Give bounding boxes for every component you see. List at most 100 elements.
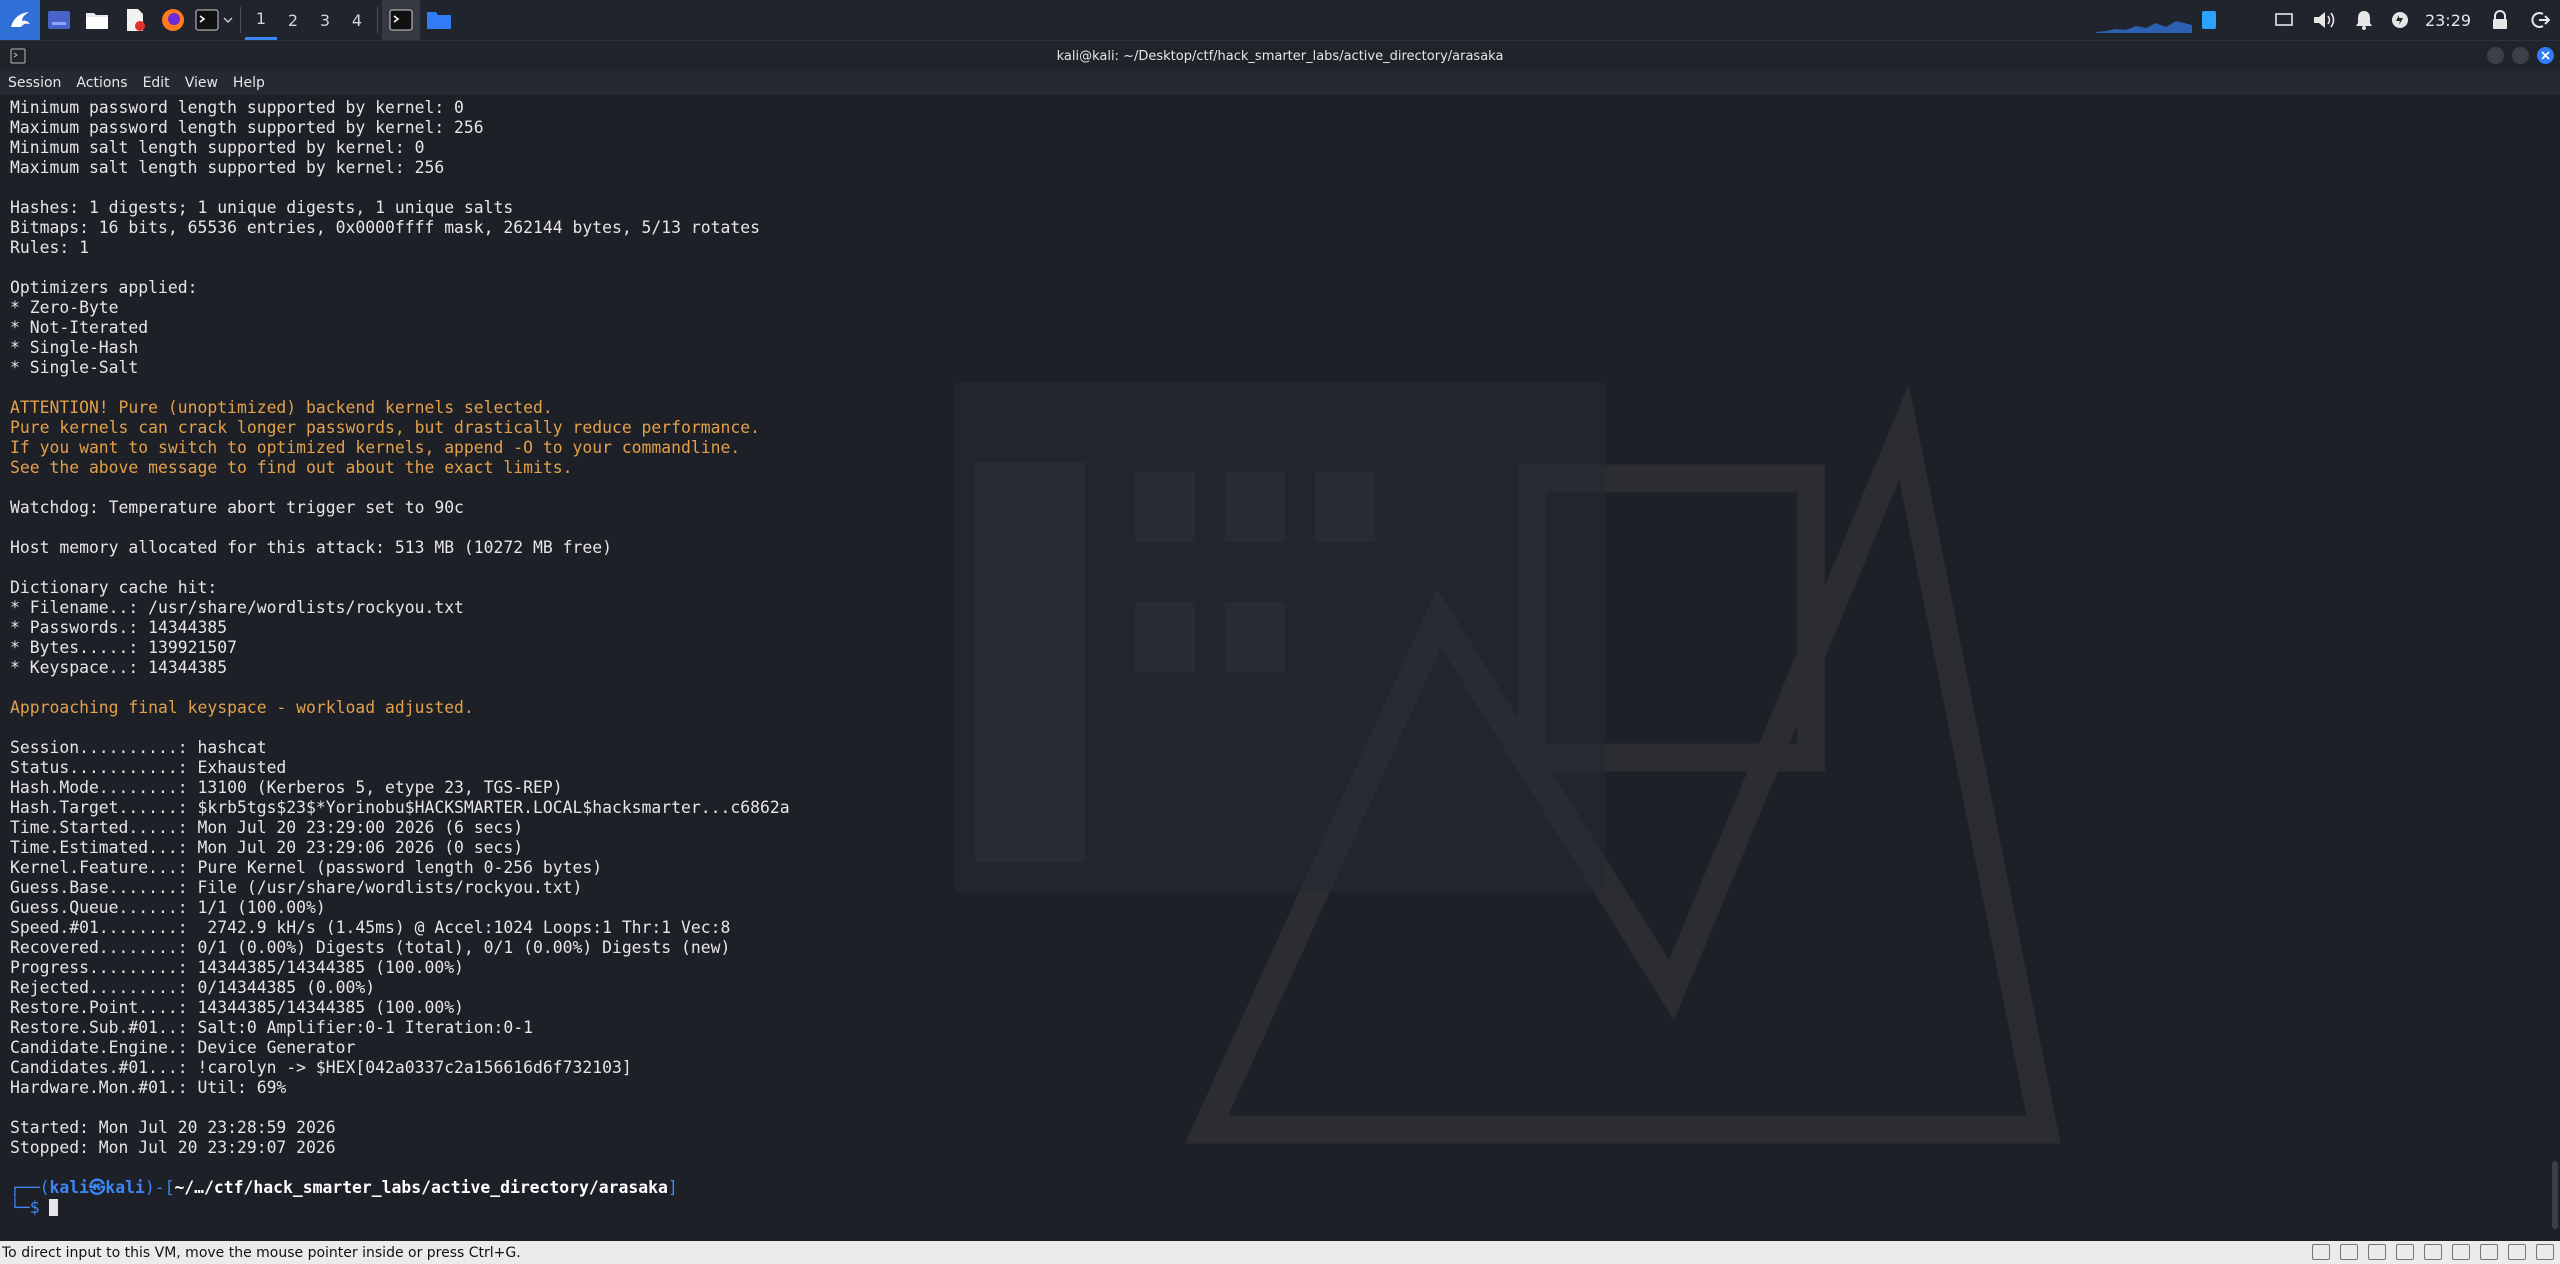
minimize-button[interactable] (2487, 47, 2504, 64)
output-line: Hash.Target......: $krb5tgs$23$*Yorinobu… (10, 798, 790, 817)
bell-icon (2356, 11, 2372, 30)
kali-menu-button[interactable] (0, 0, 40, 40)
cpu-graph-icon (2096, 21, 2192, 33)
terminal-window-icon (10, 48, 26, 64)
terminal-icon (195, 9, 219, 31)
output-line: Maximum password length supported by ker… (10, 118, 484, 137)
lock-icon (2493, 10, 2507, 29)
desktop-icon (48, 11, 70, 29)
output-line: Rules: 1 (10, 238, 89, 257)
display-settings-icon[interactable] (2452, 1244, 2470, 1260)
workspace-1-button[interactable]: 1 (245, 0, 277, 40)
firefox-icon (162, 9, 184, 31)
output-line: Minimum salt length supported by kernel:… (10, 138, 425, 157)
vm-device-icons (2312, 1244, 2554, 1260)
chevron-down-icon (223, 17, 233, 23)
prompt-path: ~/…/ctf/hack_smarter_labs/active_directo… (174, 1178, 668, 1197)
output-line: Restore.Point....: 14344385/14344385 (10… (10, 998, 464, 1017)
host-key-icon[interactable] (2536, 1244, 2554, 1260)
output-line: Hardware.Mon.#01.: Util: 69% (10, 1078, 287, 1097)
text-cursor (49, 1199, 59, 1216)
prompt-line: ┌──(kali㉿kali)-[~/…/ctf/hack_smarter_lab… (10, 1178, 790, 1198)
output-line: Hash.Mode........: 13100 (Kerberos 5, et… (10, 778, 563, 797)
output-line: Time.Estimated...: Mon Jul 20 23:29:06 2… (10, 838, 524, 857)
volume-button[interactable] (2304, 0, 2344, 40)
window-controls (2487, 47, 2554, 64)
audio-icon[interactable] (2368, 1244, 2386, 1260)
workspace-2-button[interactable]: 2 (277, 0, 309, 40)
menu-actions[interactable]: Actions (68, 75, 134, 91)
output-line: * Single-Salt (10, 358, 139, 377)
network-indicator[interactable] (2194, 0, 2224, 40)
terminal-scrollbar[interactable] (2548, 96, 2560, 1235)
terminal-icon (389, 9, 413, 31)
lock-screen-button[interactable] (2480, 0, 2520, 40)
terminal-output-area[interactable]: Minimum password length supported by ker… (0, 96, 2548, 1235)
cpu-graph (2094, 0, 2194, 40)
vm-status-message: To direct input to this VM, move the mou… (2, 1244, 521, 1261)
hard-disk-icon[interactable] (2312, 1244, 2330, 1260)
prompt-input-line[interactable]: └─$ (10, 1198, 790, 1218)
output-line: Minimum password length supported by ker… (10, 98, 464, 117)
output-line: * Filename..: /usr/share/wordlists/rocky… (10, 598, 464, 617)
firefox-launcher[interactable] (154, 0, 192, 40)
system-tray: 23:29 (2094, 0, 2560, 40)
output-line: See the above message to find out about … (10, 458, 573, 477)
output-line: Time.Started.....: Mon Jul 20 23:29:00 2… (10, 818, 524, 837)
output-line: ATTENTION! Pure (unoptimized) backend ke… (10, 398, 553, 417)
output-line: * Single-Hash (10, 338, 139, 357)
output-line: * Not-Iterated (10, 318, 149, 337)
menu-view[interactable]: View (177, 75, 225, 91)
window-titlebar[interactable]: kali@kali: ~/Desktop/ctf/hack_smarter_la… (0, 41, 2560, 71)
scrollbar-thumb[interactable] (2552, 1161, 2558, 1229)
menu-edit[interactable]: Edit (135, 75, 177, 91)
shared-folder-icon[interactable] (2424, 1244, 2442, 1260)
output-line: Maximum salt length supported by kernel:… (10, 158, 445, 177)
menu-help[interactable]: Help (225, 75, 272, 91)
text-editor-launcher[interactable] (116, 0, 154, 40)
taskbar-terminal-window[interactable] (382, 0, 420, 40)
usb-icon[interactable] (2396, 1244, 2414, 1260)
output-line: Stopped: Mon Jul 20 23:29:07 2026 (10, 1138, 336, 1157)
terminal-text: Minimum password length supported by ker… (10, 98, 790, 1218)
power-manager-button[interactable] (2384, 0, 2416, 40)
text-editor-icon (127, 9, 145, 31)
video-capture-icon[interactable] (2480, 1244, 2498, 1260)
menu-bar: Session Actions Edit View Help (0, 71, 2560, 95)
mouse-integration-icon[interactable] (2508, 1244, 2526, 1260)
menu-session[interactable]: Session (0, 75, 68, 91)
logout-button[interactable] (2520, 0, 2560, 40)
network-icon (2202, 11, 2216, 29)
file-manager-launcher[interactable] (78, 0, 116, 40)
panel-separator (240, 7, 241, 33)
close-icon (2541, 51, 2550, 60)
taskbar-file-manager-window[interactable] (420, 0, 458, 40)
workspace-3-button[interactable]: 3 (309, 0, 341, 40)
workspace-4-button[interactable]: 4 (341, 0, 373, 40)
prompt-frame: ┌──( (10, 1178, 50, 1197)
folder-icon (86, 13, 108, 29)
window-title: kali@kali: ~/Desktop/ctf/hack_smarter_la… (1056, 48, 1504, 64)
folder-icon (427, 12, 451, 29)
output-line: Restore.Sub.#01..: Salt:0 Amplifier:0-1 … (10, 1018, 534, 1037)
maximize-button[interactable] (2512, 47, 2529, 64)
kali-dragon-icon (11, 12, 30, 27)
panel-separator (377, 7, 378, 33)
notifications-button[interactable] (2344, 0, 2384, 40)
close-button[interactable] (2537, 47, 2554, 64)
terminal-launcher[interactable] (192, 0, 236, 40)
display-button[interactable] (2264, 0, 2304, 40)
display-icon (2275, 13, 2293, 26)
clock[interactable]: 23:29 (2416, 0, 2480, 40)
output-line: Candidates.#01...: !carolyn -> $HEX[042a… (10, 1058, 632, 1077)
show-desktop-button[interactable] (40, 0, 78, 40)
volume-icon (2314, 12, 2335, 28)
network-adapter-icon[interactable] (2340, 1244, 2358, 1260)
output-line: Started: Mon Jul 20 23:28:59 2026 (10, 1118, 336, 1137)
vm-status-bar: To direct input to this VM, move the mou… (0, 1241, 2560, 1264)
output-line: Optimizers applied: (10, 278, 198, 297)
